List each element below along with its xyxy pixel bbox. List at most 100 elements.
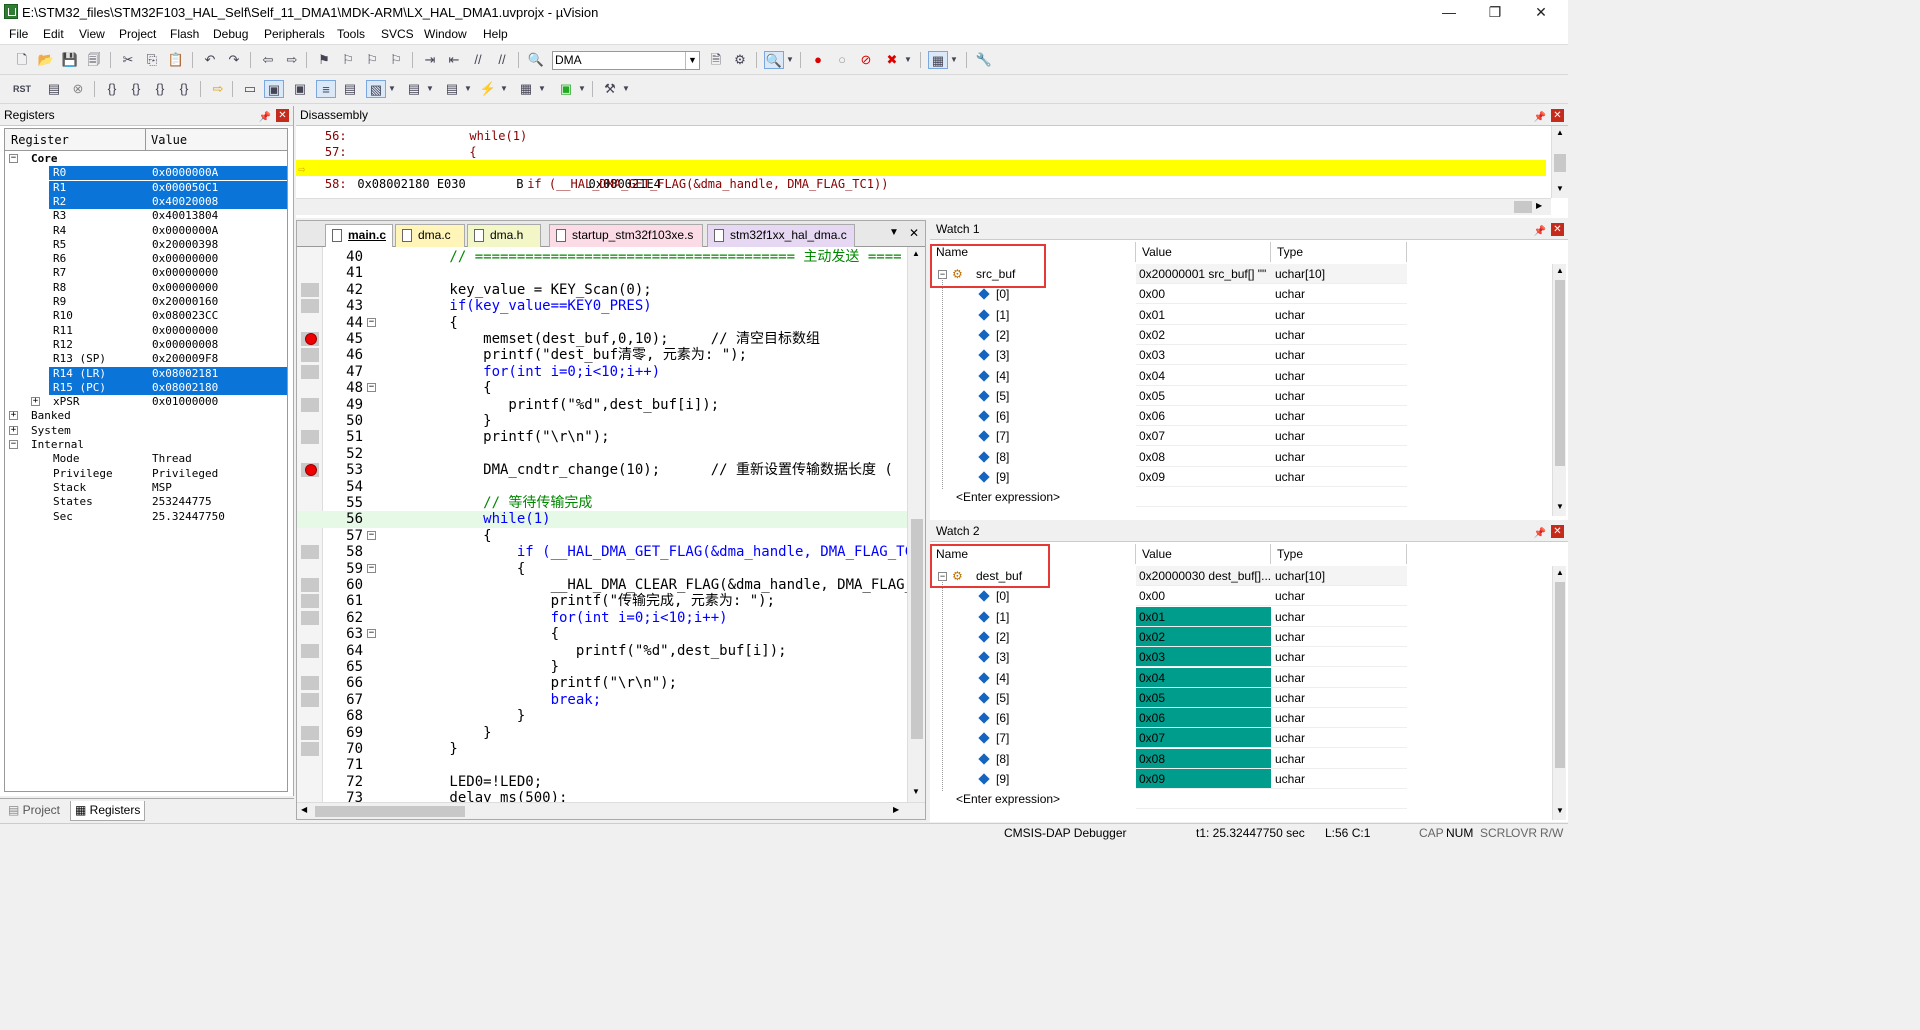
register-row[interactable]: R6 0x00000000 — [5, 252, 287, 266]
close-icon[interactable]: ✕ — [909, 226, 919, 240]
register-value[interactable]: 0x00000000 — [152, 266, 218, 280]
register-row[interactable]: R15 (PC) 0x08002180 — [5, 380, 287, 395]
call-stack-icon[interactable]: ▤ — [340, 80, 360, 98]
register-value[interactable]: 0x0000000A — [152, 224, 218, 238]
next-bookmark-icon[interactable]: ⚐ — [362, 51, 382, 69]
code-line[interactable]: 53 DMA_cndtr_change(10); // 重新设置传输数据长度 ( — [297, 462, 907, 478]
enter-expression-row[interactable]: <Enter expression> — [930, 789, 1550, 810]
register-row[interactable]: + System — [5, 424, 287, 438]
tab-hal-dma-c[interactable]: stm32f1xx_hal_dma.c — [707, 224, 855, 247]
menu-edit[interactable]: Edit — [43, 27, 64, 41]
watch-element-value[interactable]: 0x03 — [1136, 345, 1271, 366]
save-all-icon[interactable]: 🗐 — [84, 51, 104, 69]
pin-icon[interactable]: 📌 — [259, 108, 271, 127]
code-line[interactable]: 40 // ==================================… — [297, 249, 907, 265]
watch-element-value[interactable]: 0x06 — [1136, 406, 1271, 427]
chevron-down-icon[interactable]: ▼ — [498, 80, 510, 98]
code-line[interactable]: 52 — [297, 446, 907, 462]
menu-peripherals[interactable]: Peripherals — [264, 27, 325, 41]
disable-all-breakpoints-icon[interactable]: ⊘ — [856, 51, 876, 69]
register-row[interactable]: Sec 25.32447750 — [5, 510, 287, 524]
save-icon[interactable]: 💾 — [60, 51, 80, 69]
code-line[interactable]: 67 break; — [297, 692, 907, 708]
register-row[interactable]: R7 0x00000000 — [5, 266, 287, 280]
register-value[interactable]: MSP — [152, 481, 172, 495]
enter-expression-value[interactable] — [1136, 487, 1271, 508]
register-row[interactable]: R13 (SP) 0x200009F8 — [5, 352, 287, 366]
expand-icon[interactable]: + — [31, 397, 40, 407]
trace-window-icon[interactable]: ▦ — [516, 80, 536, 98]
register-value[interactable]: 0x08002181 — [152, 367, 218, 381]
code-line[interactable]: 59− { — [297, 561, 907, 577]
code-line[interactable]: 69 } — [297, 725, 907, 741]
paste-icon[interactable]: 📋 — [166, 51, 186, 69]
chevron-down-icon[interactable]: ▼ — [386, 80, 398, 98]
cut-icon[interactable]: ✂ — [118, 51, 138, 69]
watch-element-value[interactable]: 0x04 — [1136, 366, 1271, 386]
collapse-icon[interactable]: − — [9, 154, 18, 163]
system-viewer-icon[interactable]: ▣ — [556, 80, 576, 98]
register-column-header[interactable]: Register — [11, 133, 69, 147]
register-row[interactable]: R2 0x40020008 — [5, 194, 287, 209]
chevron-down-icon[interactable]: ▼ — [462, 80, 474, 98]
debug-settings-icon[interactable]: ⚙ — [730, 51, 750, 69]
watch-element-value[interactable]: 0x01 — [1136, 305, 1271, 325]
toolbox-icon[interactable]: ⚒ — [600, 80, 620, 98]
tab-main-c[interactable]: main.c — [325, 224, 393, 247]
editor-horizontal-scrollbar[interactable]: ◀ ▶ — [297, 802, 925, 819]
fold-icon[interactable]: − — [367, 563, 376, 573]
chevron-down-icon[interactable]: ▼ — [784, 51, 796, 69]
code-line[interactable]: 63− { — [297, 626, 907, 642]
code-area[interactable]: ▷▷ 40 // ===============================… — [297, 247, 907, 802]
watch-element-row[interactable]: [4] 0x04 uchar — [930, 667, 1550, 688]
code-line[interactable]: 60 __HAL_DMA_CLEAR_FLAG(&dma_handle, DMA… — [297, 577, 907, 593]
register-value[interactable]: Thread — [152, 452, 192, 466]
open-file-icon[interactable]: 📂 — [36, 51, 56, 69]
watch1-scrollbar[interactable]: ▲ ▼ — [1552, 264, 1566, 516]
memory-window-icon[interactable]: ▤ — [404, 80, 424, 98]
code-line[interactable]: 48− { — [297, 380, 907, 396]
register-value[interactable]: 0x08002180 — [152, 381, 218, 395]
symbols-window-icon[interactable]: ▣ — [290, 80, 310, 98]
watch-element-row[interactable]: [9] 0x09 uchar — [930, 769, 1550, 789]
register-value[interactable]: Privileged — [152, 467, 218, 481]
enable-breakpoint-icon[interactable]: ○ — [832, 51, 852, 69]
register-row[interactable]: Privilege Privileged — [5, 467, 287, 481]
code-line[interactable]: 41 — [297, 265, 907, 281]
register-row[interactable]: Mode Thread — [5, 452, 287, 466]
new-file-icon[interactable]: 🗋 — [12, 51, 32, 69]
code-line[interactable]: 56 while(1) — [297, 511, 907, 528]
watch-element-value[interactable]: 0x07 — [1136, 426, 1271, 447]
register-row[interactable]: R1 0x000050C1 — [5, 180, 287, 195]
tab-project[interactable]: ▤ Project — [4, 801, 64, 821]
register-row[interactable]: R9 0x20000160 — [5, 295, 287, 309]
run-icon[interactable]: ▤ — [44, 80, 64, 98]
register-value[interactable]: 0x00000000 — [152, 281, 218, 295]
code-line[interactable]: 64 printf("%d",dest_buf[i]); — [297, 643, 907, 659]
disassembly-line[interactable]: 56: while(1) — [296, 128, 1546, 144]
disassembly-line[interactable]: 58: if (__HAL_DMA_GET_FLAG(&dma_handle, … — [296, 176, 1546, 192]
register-value[interactable]: 25.32447750 — [152, 510, 225, 524]
insert-breakpoint-icon[interactable]: ● — [808, 51, 828, 69]
code-line[interactable]: 44− { — [297, 315, 907, 331]
tab-registers[interactable]: ▦ Registers — [70, 801, 146, 821]
register-value[interactable]: 0x20000398 — [152, 238, 218, 252]
watch2-scrollbar[interactable]: ▲ ▼ — [1552, 566, 1566, 820]
register-row[interactable]: R12 0x00000008 — [5, 338, 287, 352]
register-row[interactable]: R0 0x0000000A — [5, 166, 287, 181]
register-row[interactable]: States 253244775 — [5, 495, 287, 509]
pin-icon[interactable]: 📌 — [1534, 222, 1546, 241]
watch-element-row[interactable]: [2] 0x02 uchar — [930, 626, 1550, 647]
watch-element-row[interactable]: [4] 0x04 uchar — [930, 366, 1550, 386]
watch-element-value[interactable]: 0x01 — [1136, 606, 1271, 627]
disassembly-listing[interactable]: 56: while(1) 57: { 0x08002180 E030 B 0x0… — [296, 126, 1551, 198]
command-window-icon[interactable]: ▭ — [240, 80, 260, 98]
pin-icon[interactable]: 📌 — [1534, 108, 1546, 127]
menu-svcs[interactable]: SVCS — [381, 27, 414, 41]
reset-icon[interactable]: RST — [12, 80, 32, 98]
watch-element-value[interactable]: 0x07 — [1136, 728, 1271, 749]
watch-element-value[interactable]: 0x02 — [1136, 626, 1271, 647]
register-value[interactable]: 0x01000000 — [152, 395, 218, 409]
watch-window-icon[interactable]: ▧ — [366, 80, 386, 98]
configure-icon[interactable]: 🔧 — [974, 51, 994, 69]
